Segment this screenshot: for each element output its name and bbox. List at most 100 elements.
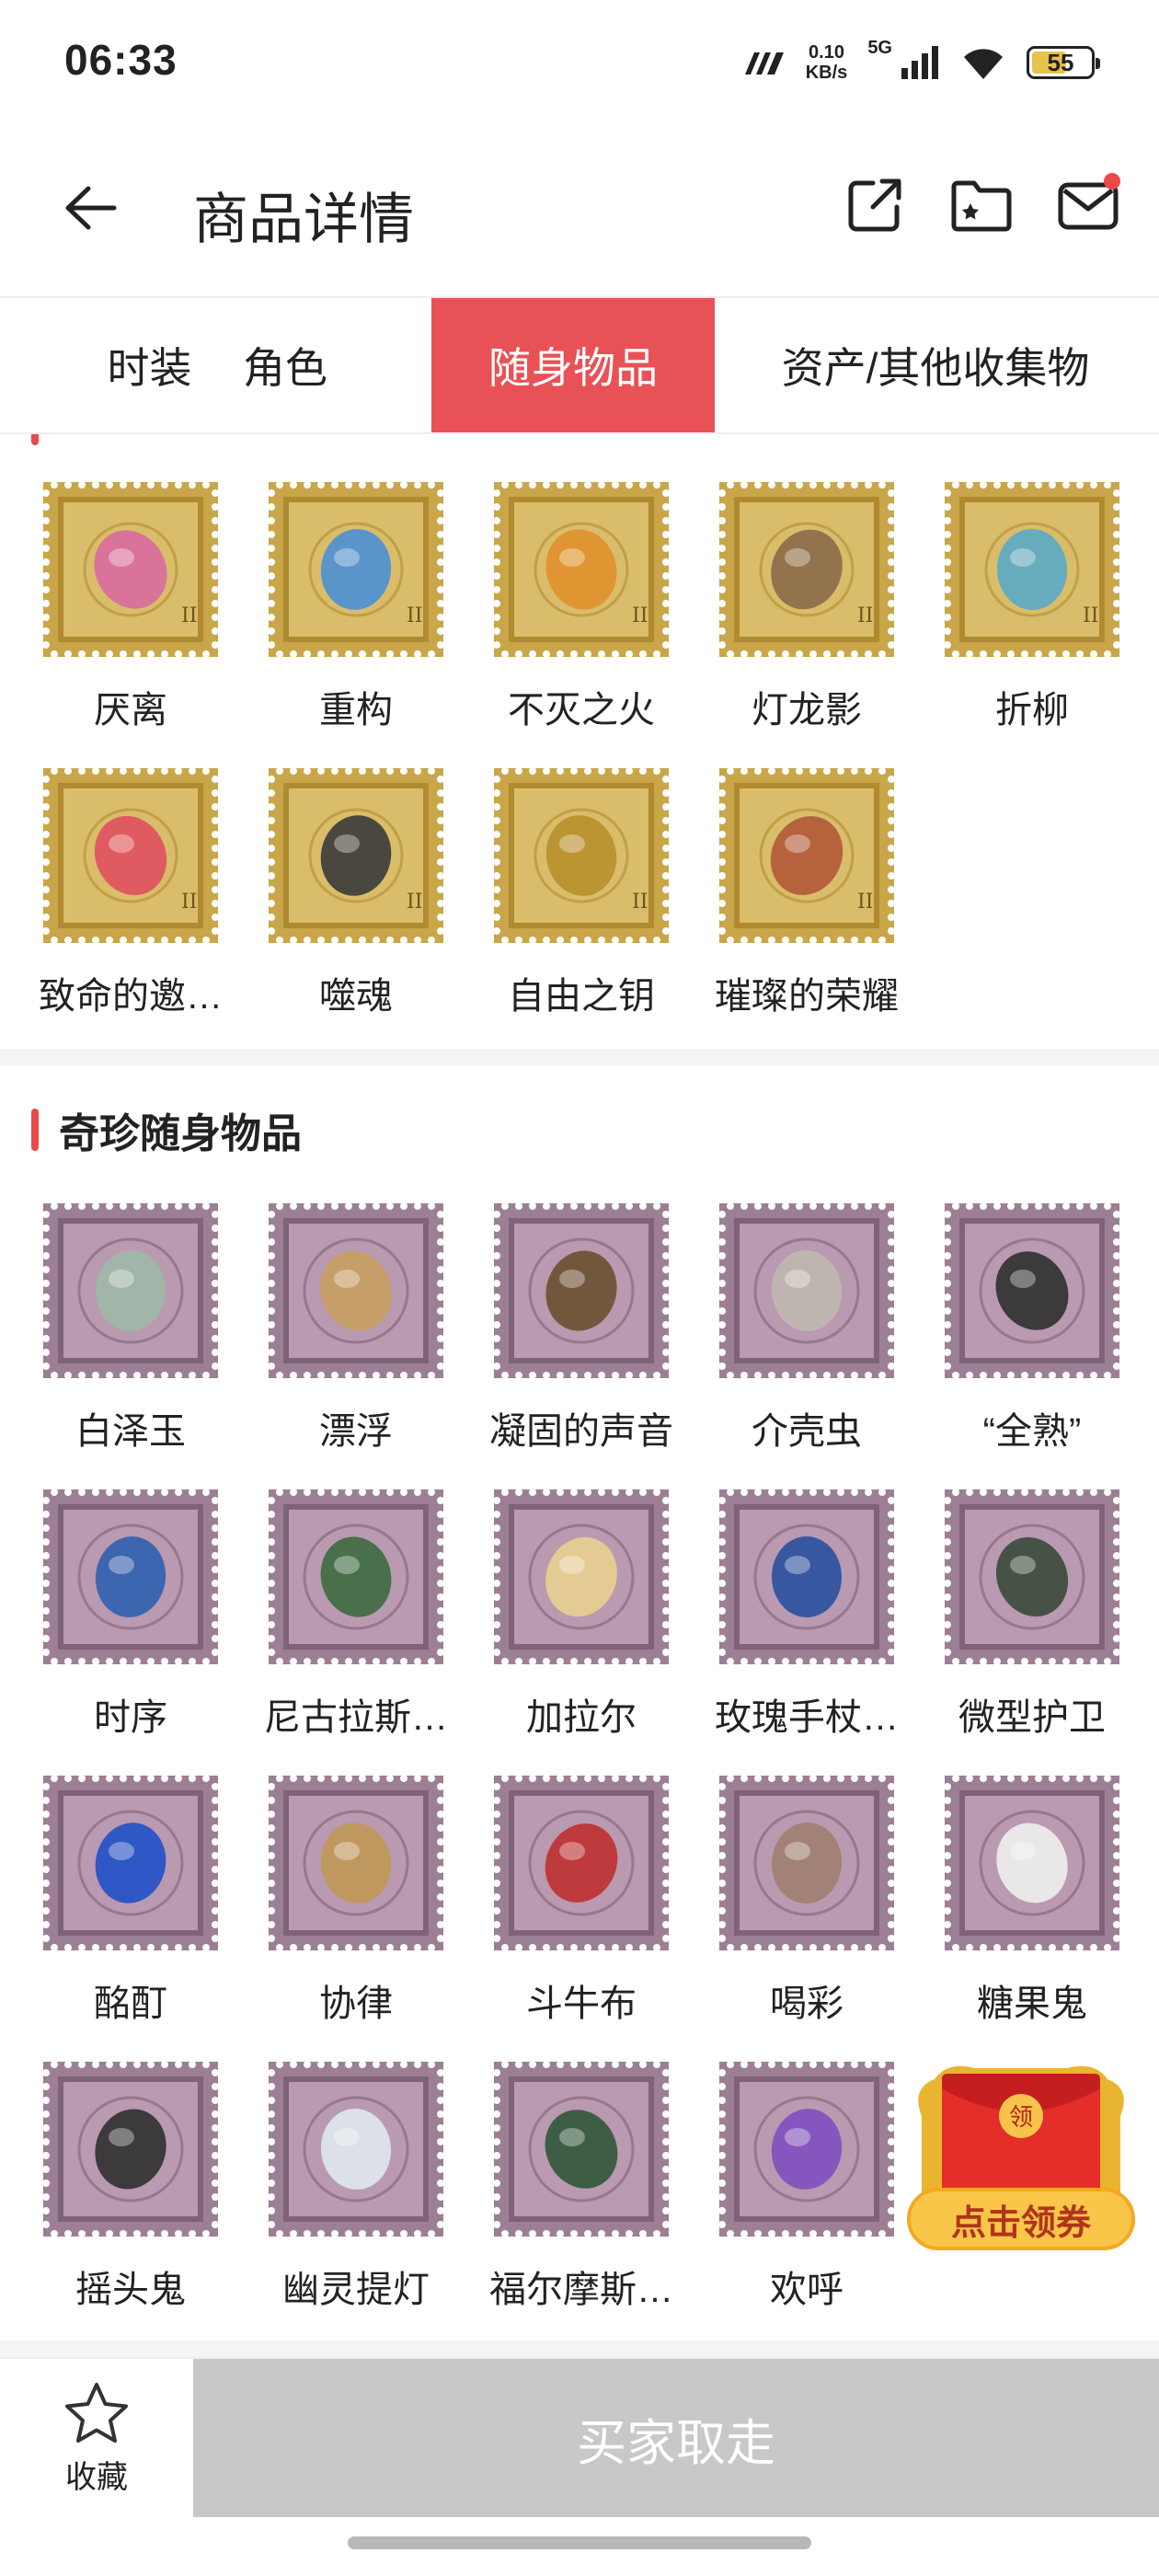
svg-text:II: II [181,604,197,627]
item-name: 斗牛布 [526,1984,637,2024]
network-speed: 0.10 KB/s [805,42,848,83]
list-item[interactable]: II 致命的邀… [2,768,227,1044]
item-name: 喝彩 [770,1984,843,2024]
item-stamp-icon [269,1489,443,1664]
item-name: 时序 [94,1697,167,1738]
folder-button[interactable] [949,173,1014,237]
svg-text:II: II [857,891,873,914]
list-item[interactable]: 加拉尔 [453,1489,678,1765]
item-stamp-icon [43,2062,218,2237]
list-item[interactable]: 凝固的声音 [453,1203,678,1479]
item-stamp-icon [945,1489,1119,1664]
svg-text:II: II [632,891,648,914]
item-stamp-icon: II [43,482,218,657]
item-name: 酩酊 [94,1984,167,2024]
item-stamp-icon: II [719,768,894,943]
list-item[interactable]: 摇头鬼 [2,2062,227,2338]
star-icon [65,2382,128,2443]
item-name: 自由之钥 [508,976,655,1017]
list-item[interactable]: 酩酊 [2,1776,227,2052]
item-name: 介壳虫 [752,1411,862,1452]
status-time: 06:33 [64,36,178,84]
list-item[interactable]: II 厌离 [2,482,227,758]
list-item[interactable]: II 灯龙影 [678,482,903,758]
status-bar: 06:33 0.10 KB/s 5G 55 [0,0,1159,120]
item-stamp-icon: II [945,482,1119,657]
back-button[interactable] [53,171,127,245]
category-tabs: 时装 角色 随身物品 资产/其他收集物 [0,296,1159,434]
list-item[interactable]: 微型护卫 [903,1489,1129,1765]
item-stamp-icon [494,2062,669,2237]
share-button[interactable] [843,173,907,237]
tab-character[interactable]: 角色 [216,298,354,432]
battery-icon: 55 [1027,46,1100,79]
list-item[interactable]: 漂浮 [227,1203,453,1479]
list-item[interactable]: II 噬魂 [227,768,453,1044]
svg-text:II: II [407,891,422,914]
tab-accessories[interactable]: 随身物品 [431,298,715,432]
item-stamp-icon [945,1203,1119,1378]
list-item[interactable]: 尼古拉斯… [227,1489,453,1765]
item-name: 折柳 [995,690,1069,730]
list-item[interactable]: II 自由之钥 [453,768,678,1044]
coupon-badge: 领 [1009,2103,1033,2131]
item-stamp-icon [43,1776,218,1950]
item-stamp-icon [494,1203,669,1378]
item-stamp-icon: II [269,482,443,657]
bottom-action-bar: 收藏 买家取走 [0,2357,1159,2517]
page-title: 商品详情 [193,189,414,250]
svg-text:II: II [181,891,197,914]
message-button[interactable] [1056,173,1120,237]
list-item[interactable]: 白泽玉 [2,1203,227,1479]
section-divider [0,1049,1159,1065]
item-name: 摇头鬼 [75,2270,186,2310]
item-stamp-icon [269,1203,443,1378]
item-stamp-icon [494,1776,669,1950]
favorite-button[interactable]: 收藏 [0,2359,193,2517]
list-item[interactable]: 玫瑰手杖… [678,1489,903,1765]
coupon-button[interactable]: 领 点击领券 [901,2052,1141,2263]
item-name: 厌离 [94,690,167,730]
item-name: 加拉尔 [526,1697,637,1738]
item-stamp-icon [43,1489,218,1664]
item-stamp-icon [494,1489,669,1664]
list-item[interactable]: “全熟” [903,1203,1129,1479]
section-title-remnant [31,434,39,445]
list-item[interactable]: 时序 [2,1489,227,1765]
list-item[interactable]: 协律 [227,1776,453,2052]
share-icon [848,178,901,232]
item-name: 幽灵提灯 [282,2270,430,2310]
list-item[interactable]: II 璀璨的荣耀 [678,768,903,1044]
tab-assets-collectibles[interactable]: 资产/其他收集物 [715,298,1156,432]
folder-icon [951,180,1012,232]
buy-button[interactable]: 买家取走 [193,2359,1159,2517]
item-stamp-icon [719,1776,894,1950]
signal-icon [901,46,938,79]
status-icons: 0.10 KB/s 5G 55 [741,37,1100,88]
item-stamp-icon: II [494,482,669,657]
item-stamp-icon [945,1776,1119,1950]
list-item[interactable]: 糖果鬼 [903,1776,1129,2052]
list-item[interactable]: 斗牛布 [453,1776,678,2052]
item-name: 白泽玉 [75,1411,186,1452]
svg-text:II: II [1083,604,1098,627]
item-stamp-icon: II [43,768,218,943]
section-title: 奇珍随身物品 [59,1111,302,1156]
item-name: 微型护卫 [958,1697,1106,1738]
item-name: 协律 [319,1984,393,2024]
section-divider [0,2340,1159,2357]
list-item[interactable]: II 不灭之火 [453,482,678,758]
home-indicator[interactable] [348,2536,811,2549]
list-item[interactable]: 介壳虫 [678,1203,903,1479]
item-stamp-icon: II [494,768,669,943]
list-item[interactable]: II 重构 [227,482,453,758]
list-item[interactable]: 欢呼 [678,2062,903,2338]
arrow-left-icon [65,186,117,230]
list-item[interactable]: II 折柳 [903,482,1129,758]
list-item[interactable]: 幽灵提灯 [227,2062,453,2338]
list-item[interactable]: 福尔摩斯… [453,2062,678,2338]
item-name: 不灭之火 [508,690,655,730]
item-name: 福尔摩斯… [489,2270,673,2310]
section-bar [31,1109,39,1151]
list-item[interactable]: 喝彩 [678,1776,903,2052]
